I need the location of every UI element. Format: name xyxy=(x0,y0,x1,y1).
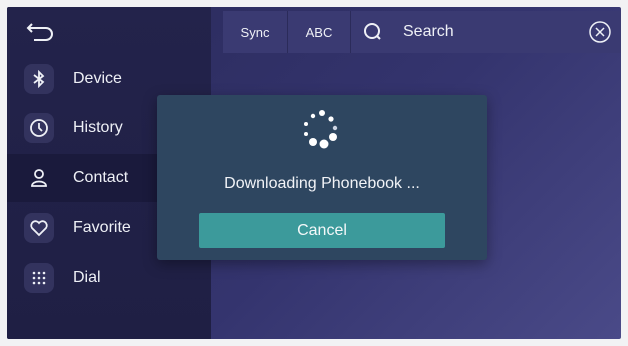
back-button[interactable] xyxy=(21,19,57,45)
cancel-button[interactable]: Cancel xyxy=(199,213,445,248)
sidebar-item-label: Dial xyxy=(73,269,101,286)
sidebar-item-label: History xyxy=(73,119,123,136)
phone-app-screen: Device History Contact Favorite Dial Syn… xyxy=(7,7,621,339)
close-circle-icon[interactable] xyxy=(589,21,611,43)
sidebar-item-dial[interactable]: Dial xyxy=(7,254,211,302)
back-arrow-icon xyxy=(26,23,53,41)
download-dialog: Downloading Phonebook ... Cancel xyxy=(157,95,487,260)
search-icon[interactable] xyxy=(351,11,395,53)
sidebar-item-label: Contact xyxy=(73,169,129,186)
sidebar-item-label: Favorite xyxy=(73,219,131,236)
abc-sort-button[interactable]: ABC xyxy=(288,11,351,53)
dialpad-icon xyxy=(24,263,54,293)
clock-icon xyxy=(24,113,54,143)
sync-button[interactable]: Sync xyxy=(223,11,288,53)
search-input[interactable]: Search xyxy=(403,23,454,41)
sidebar-item-label: Device xyxy=(73,70,122,87)
bluetooth-icon xyxy=(24,64,54,94)
dialog-message: Downloading Phonebook ... xyxy=(224,175,420,192)
person-icon xyxy=(24,163,54,193)
heart-icon xyxy=(24,213,54,243)
top-bar: Sync ABC Search xyxy=(223,11,621,53)
loading-spinner-icon xyxy=(293,107,351,165)
